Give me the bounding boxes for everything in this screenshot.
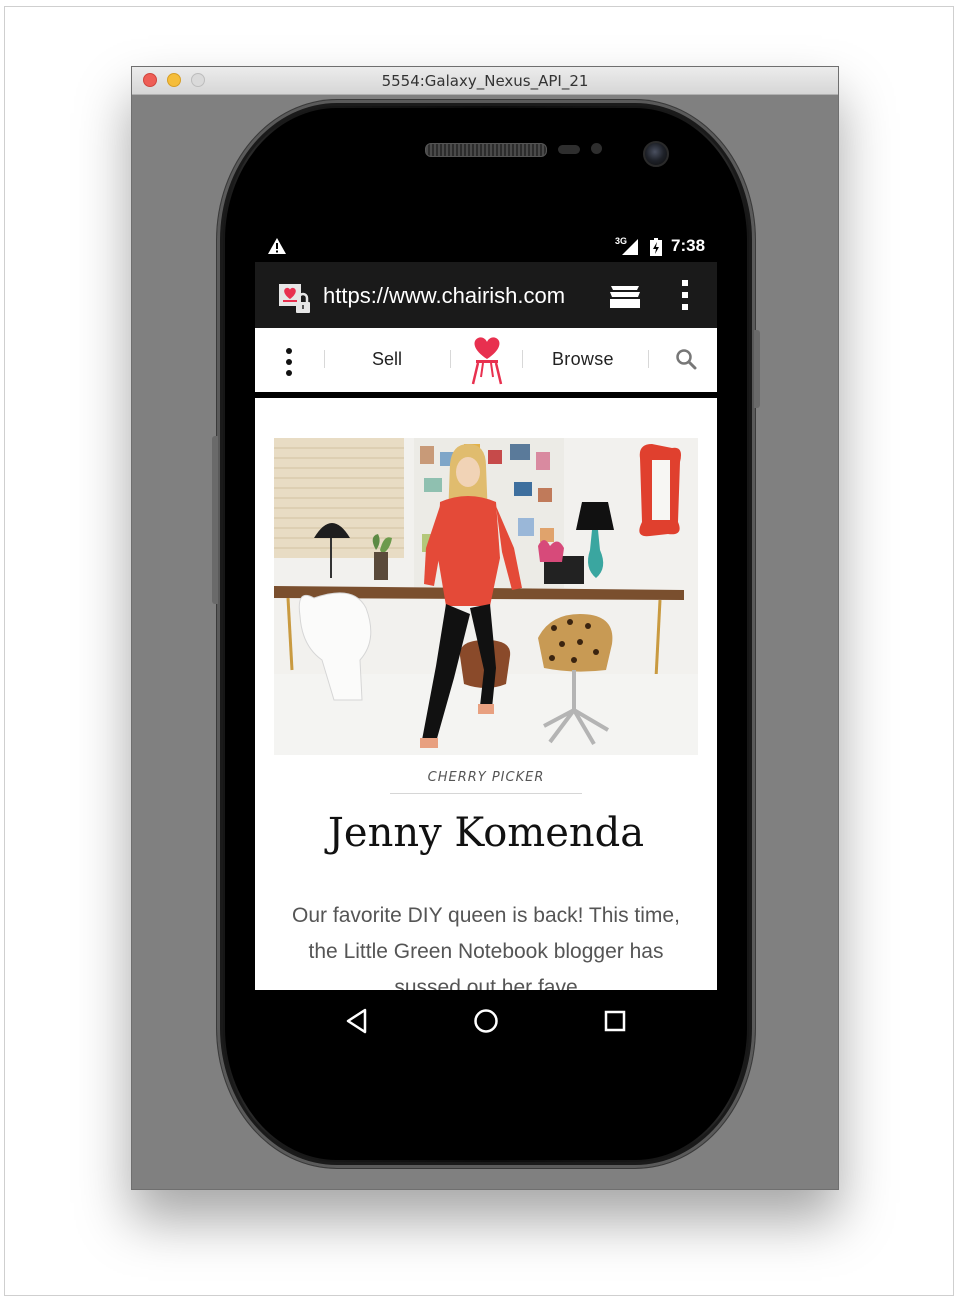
nav-divider	[648, 350, 649, 368]
page-content[interactable]: CHERRY PICKER Jenny Komenda Our favorite…	[255, 398, 717, 990]
device-screen[interactable]: 3G 7:38 https://www.chairish.com Sell Br…	[255, 230, 717, 1052]
site-menu-icon[interactable]	[286, 347, 292, 377]
secure-lock-icon[interactable]	[279, 282, 313, 314]
nav-divider	[324, 350, 325, 368]
search-icon[interactable]	[675, 348, 697, 370]
android-nav-bar	[255, 990, 717, 1052]
home-icon[interactable]	[473, 1008, 499, 1034]
proximity-sensor	[558, 145, 580, 154]
browser-toolbar: https://www.chairish.com	[255, 262, 717, 328]
signal-icon	[622, 239, 638, 255]
battery-icon	[650, 238, 662, 256]
earpiece-speaker	[425, 143, 547, 157]
volume-button[interactable]	[212, 436, 218, 604]
nav-sell-link[interactable]: Sell	[372, 349, 402, 370]
light-sensor	[591, 143, 602, 154]
article-headline[interactable]: Jenny Komenda	[255, 810, 717, 856]
article-hero-image[interactable]	[274, 438, 698, 755]
power-button[interactable]	[754, 330, 760, 408]
status-bar: 3G 7:38	[255, 230, 717, 262]
article-kicker: CHERRY PICKER	[427, 770, 545, 785]
nav-divider	[450, 350, 451, 368]
article-dek: Our favorite DIY queen is back! This tim…	[292, 904, 680, 990]
status-clock: 7:38	[671, 236, 706, 255]
chairish-logo-icon[interactable]	[470, 333, 504, 385]
warning-icon	[268, 238, 286, 254]
window-titlebar[interactable]: 5554:Galaxy_Nexus_API_21	[132, 67, 838, 95]
site-header: Sell Browse	[255, 328, 717, 398]
kicker-divider	[390, 793, 582, 794]
recents-icon[interactable]	[604, 1010, 626, 1032]
tabs-icon[interactable]	[609, 282, 641, 310]
nav-divider	[522, 350, 523, 368]
back-icon[interactable]	[345, 1008, 369, 1034]
window-title: 5554:Galaxy_Nexus_API_21	[381, 72, 589, 90]
front-camera	[643, 141, 669, 167]
address-bar[interactable]: https://www.chairish.com	[323, 283, 583, 309]
overflow-menu-icon[interactable]	[682, 280, 688, 310]
nav-browse-link[interactable]: Browse	[552, 349, 614, 370]
